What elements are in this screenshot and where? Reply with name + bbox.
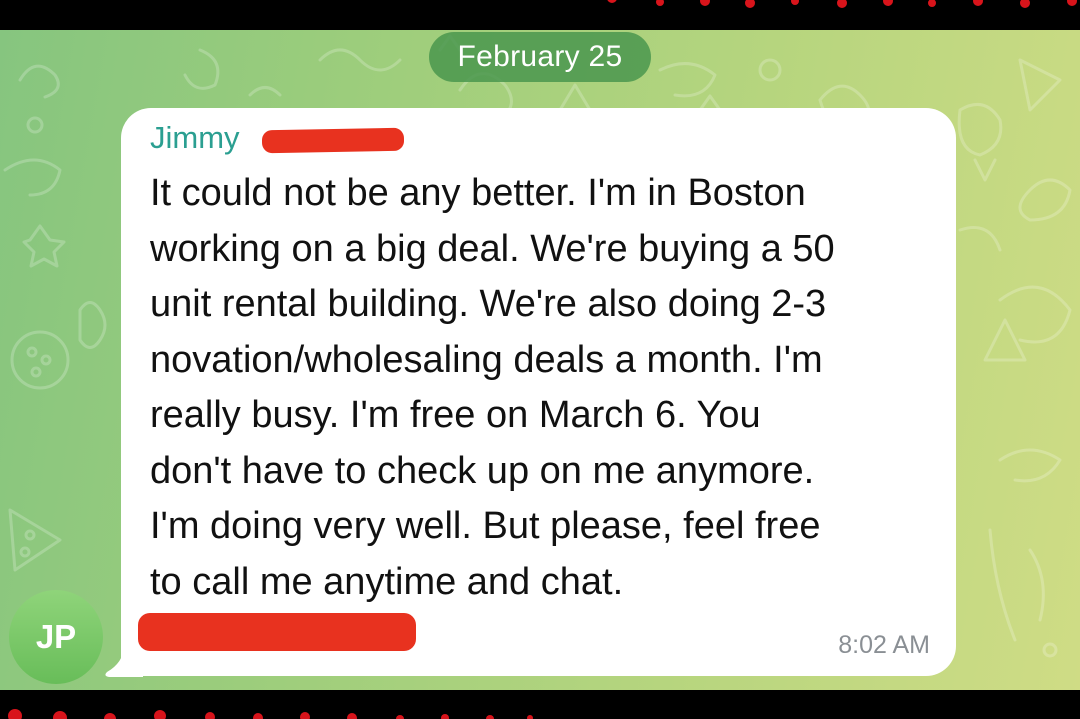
redaction-mark-signature bbox=[138, 613, 416, 651]
message-text: It could not be any better. I'm in Bosto… bbox=[150, 172, 835, 603]
sender-avatar[interactable]: JP bbox=[9, 590, 103, 684]
bottom-black-border bbox=[0, 690, 1080, 719]
chat-screenshot: February 25 Jimmy It could not be any be… bbox=[0, 0, 1080, 719]
message-timestamp: 8:02 AM bbox=[838, 631, 930, 659]
sender-name[interactable]: Jimmy bbox=[150, 118, 240, 158]
redaction-mark-surname bbox=[261, 127, 405, 154]
top-black-border bbox=[0, 0, 1080, 30]
date-separator: February 25 bbox=[429, 32, 651, 82]
